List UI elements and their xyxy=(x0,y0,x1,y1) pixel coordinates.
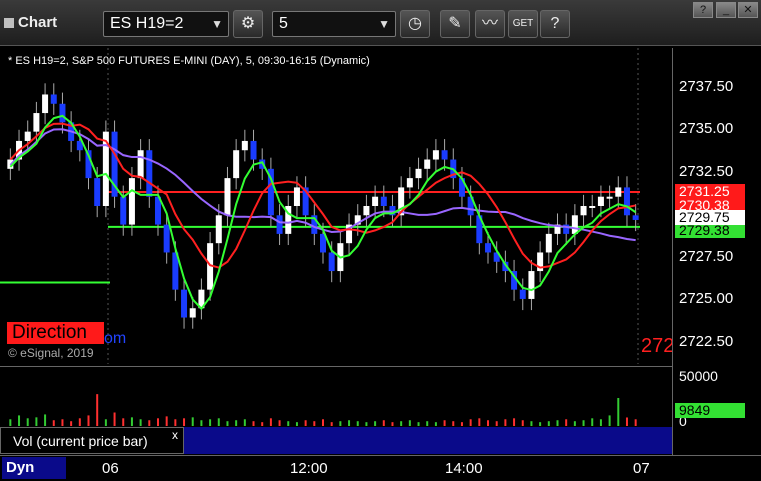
symbol-value: ES H19=2 xyxy=(110,15,184,32)
price-tick: 2725.00 xyxy=(679,290,734,307)
candle-body xyxy=(24,131,31,141)
help-window-button[interactable]: ? xyxy=(693,2,713,18)
chart-info-text: * ES H19=2, S&P 500 FUTURES E-MINI (DAY)… xyxy=(8,55,370,67)
candle-body xyxy=(363,206,370,216)
candle-body xyxy=(42,94,49,114)
candle-body xyxy=(432,150,439,160)
candle-body xyxy=(163,224,170,253)
dynamic-button[interactable]: Dyn xyxy=(2,457,66,479)
volume-chart[interactable] xyxy=(0,366,672,426)
time-tick: 12:00 xyxy=(290,460,328,477)
clock-icon-button[interactable]: ◷ xyxy=(400,10,430,38)
chevron-down-icon: ▼ xyxy=(211,17,223,31)
candle-body xyxy=(545,233,552,253)
candle-body xyxy=(146,150,153,197)
volume-tick: 50000 xyxy=(679,368,718,384)
candle-body xyxy=(519,289,526,299)
candle-body xyxy=(528,271,535,299)
chart-window-icon xyxy=(4,18,14,29)
time-tick: 07 xyxy=(633,460,650,477)
candle-body xyxy=(623,187,630,216)
price-axis[interactable]: 2737.50 2735.00 2732.50 2727.50 2725.00 … xyxy=(672,48,761,456)
candle-body xyxy=(128,178,135,225)
candle-body xyxy=(589,206,596,208)
candle-body xyxy=(137,150,144,179)
candle-body xyxy=(328,252,335,272)
candle-body xyxy=(241,140,248,151)
studies-icon-button[interactable]: 〰 xyxy=(475,10,505,38)
candle-body xyxy=(580,206,587,216)
interval-value: 5 xyxy=(279,15,288,32)
symbol-dropdown[interactable]: ES H19=2 ▼ xyxy=(103,11,229,37)
candle-body xyxy=(276,215,283,234)
volume-last-label: 9849 xyxy=(675,403,745,418)
price-marker-text: 272 xyxy=(641,335,675,357)
close-icon[interactable]: x xyxy=(172,428,178,442)
minimize-button[interactable]: _ xyxy=(716,2,736,18)
pen-icon-button[interactable]: ✎ xyxy=(440,10,470,38)
candle-body xyxy=(233,150,240,179)
candle-body xyxy=(250,140,257,160)
candle-body xyxy=(224,178,231,216)
candle-body xyxy=(615,187,622,197)
candle-body xyxy=(632,215,639,220)
get-icon-button[interactable]: GET xyxy=(508,10,538,38)
candle-body xyxy=(571,215,578,234)
candle-body xyxy=(597,196,604,206)
price-label-last: 2729.75 xyxy=(675,210,745,225)
time-tick: 14:00 xyxy=(445,460,483,477)
price-tick: 2727.50 xyxy=(679,248,734,265)
help-icon-button[interactable]: ? xyxy=(540,10,570,38)
symbol-settings-button[interactable]: ⚙ xyxy=(233,10,263,38)
candle-body xyxy=(372,196,379,206)
price-tick: 2737.50 xyxy=(679,78,734,95)
candle-body xyxy=(120,196,127,225)
interval-dropdown[interactable]: 5 ▼ xyxy=(272,11,396,37)
candle-body xyxy=(380,196,387,206)
candle-body xyxy=(406,178,413,188)
candle-body xyxy=(293,187,300,206)
chevron-down-icon: ▼ xyxy=(378,17,390,31)
candle-body xyxy=(94,178,101,206)
price-tick: 2732.50 xyxy=(679,163,734,180)
candle-body xyxy=(59,103,66,123)
price-tick: 2722.50 xyxy=(679,333,734,350)
candle-body xyxy=(181,289,188,318)
direction-label: Direction xyxy=(7,322,104,344)
price-tick: 2735.00 xyxy=(679,120,734,137)
candle-body xyxy=(189,308,196,318)
price-chart[interactable] xyxy=(0,48,672,364)
price-label-lower: 2729.38 xyxy=(675,223,745,238)
candle-body xyxy=(441,150,448,160)
close-window-button[interactable]: ✕ xyxy=(738,2,758,18)
copyright-text: © eSignal, 2019 xyxy=(8,346,94,360)
direction-suffix: om xyxy=(104,330,127,347)
candle-body xyxy=(424,159,431,169)
candle-body xyxy=(485,243,492,253)
candle-body xyxy=(215,215,222,244)
time-tick: 06 xyxy=(102,460,119,477)
title-bar: Chart ES H19=2 ▼ ⚙ 5 ▼ ◷ ✎ 〰 GET ? ? _ ✕ xyxy=(0,0,761,46)
volume-study-label[interactable]: Vol (current price bar) xyxy=(0,427,184,454)
candle-body xyxy=(33,113,40,132)
candle-body xyxy=(606,196,613,199)
candle-body xyxy=(50,94,57,104)
candle-body xyxy=(415,168,422,179)
window-title: Chart xyxy=(4,14,57,31)
